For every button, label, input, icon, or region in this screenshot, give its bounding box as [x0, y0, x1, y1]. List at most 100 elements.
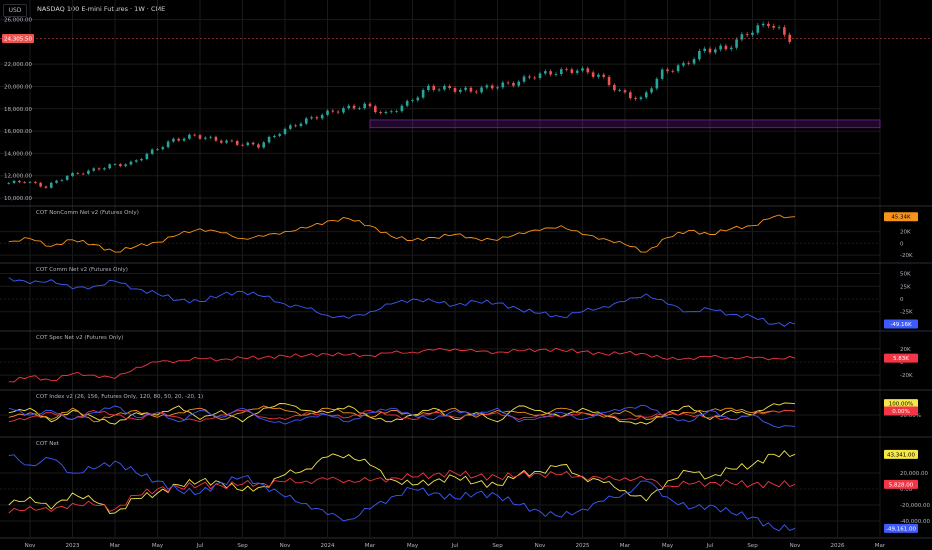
candle-body — [219, 140, 223, 143]
candle-body — [103, 168, 106, 170]
indicator-axis-tick: -20,000.00 — [900, 503, 930, 509]
price-axis-tick: 20,000.00 — [4, 84, 32, 90]
candle-body — [182, 138, 186, 141]
candle-body — [49, 182, 53, 188]
candle-body — [310, 117, 313, 119]
candle-body — [76, 172, 80, 174]
candle-body — [522, 76, 526, 82]
time-axis-label: Mar — [620, 543, 631, 549]
series-line — [8, 214, 796, 253]
indicator-axis-tick: 0 — [900, 297, 904, 303]
time-axis-label: 2026 — [831, 543, 845, 549]
value-badge-label: -49,161.00 — [886, 526, 916, 532]
time-axis-label: Nov — [790, 543, 801, 549]
candle-body — [251, 142, 255, 145]
candle-body — [395, 111, 398, 112]
candle-body — [7, 182, 11, 184]
time-axis-label: Nov — [25, 543, 36, 549]
candle-body — [528, 76, 531, 78]
candle-body — [214, 136, 218, 141]
candle-body — [565, 69, 568, 71]
candle-body — [586, 68, 590, 73]
time-axis-label: Mar — [875, 543, 886, 549]
candle-body — [634, 98, 637, 100]
candle-body — [119, 164, 122, 167]
candle-body — [437, 89, 441, 91]
candle-body — [623, 90, 627, 93]
time-axis-label: Mar — [365, 543, 376, 549]
candle-body — [756, 25, 760, 33]
indicator-axis-tick: 20K — [900, 230, 911, 236]
candle-body — [676, 65, 680, 72]
time-axis-label: Sep — [237, 543, 248, 549]
candle-body — [501, 82, 505, 88]
candle-body — [326, 110, 329, 115]
candle-body — [18, 180, 21, 183]
time-axis-label: Mar — [110, 543, 121, 549]
indicator-title: COT Net — [36, 441, 60, 447]
time-axis-label: Nov — [280, 543, 291, 549]
indicator-title: COT NonComm Net v2 (Futures Only) — [36, 210, 139, 216]
candle-body — [629, 92, 632, 99]
candle-body — [150, 149, 154, 154]
candle-body — [427, 85, 430, 90]
candle-body — [459, 89, 462, 92]
candle-body — [299, 123, 303, 127]
indicator-axis-tick: 0 — [900, 241, 904, 247]
value-badge-label: 43,341.00 — [887, 452, 915, 458]
time-axis-label: 2024 — [321, 543, 335, 549]
indicator-axis-tick: -25K — [900, 310, 913, 316]
candle-body — [517, 81, 521, 86]
candle-body — [134, 160, 138, 162]
candle-body — [533, 77, 536, 79]
candle-body — [140, 159, 143, 161]
time-axis-label: Jul — [706, 543, 714, 549]
candle-body — [283, 128, 287, 135]
candle-body — [698, 50, 701, 60]
candle-body — [246, 142, 250, 146]
candle-body — [172, 138, 175, 142]
candle-body — [597, 74, 600, 77]
candle-body — [209, 136, 212, 138]
candle-body — [655, 78, 659, 89]
candle-body — [55, 180, 58, 183]
candle-body — [570, 69, 574, 73]
price-axis-tick: 18,000.00 — [4, 107, 32, 113]
chart-canvas[interactable]: Nov 2023 Mar May Jul Sep Nov 2024 Mar May Jul Sep No… — [0, 0, 932, 550]
candle-body — [129, 161, 133, 165]
series-line — [8, 404, 796, 429]
candle-body — [405, 100, 409, 106]
candle-body — [368, 103, 372, 107]
candle-body — [28, 181, 32, 183]
candle-body — [469, 87, 473, 92]
indicator-title: COT Comm Net v2 (Futures Only) — [36, 267, 128, 273]
candle-body — [81, 173, 85, 175]
candle-body — [554, 74, 558, 75]
candle-body — [772, 26, 776, 28]
candle-body — [549, 71, 552, 75]
candle-body — [729, 47, 733, 50]
candle-body — [607, 76, 611, 85]
price-axis-tick: 12,000.00 — [4, 174, 32, 180]
time-axis-label: May — [152, 543, 164, 549]
candle-body — [363, 103, 366, 109]
indicator-axis-tick: 25K — [900, 284, 911, 290]
candle-body — [315, 117, 319, 119]
candle-body — [496, 87, 499, 89]
price-axis-tick: 22,000.00 — [4, 62, 32, 68]
indicator-axis-tick: 20,000.00 — [900, 471, 928, 477]
last-price-label: 24,305.50 — [4, 36, 32, 42]
candle-body — [320, 114, 324, 119]
value-badge-label: 0.00% — [892, 409, 909, 415]
candle-body — [544, 71, 547, 74]
candle-body — [735, 39, 738, 48]
candle-body — [156, 149, 159, 151]
candle-body — [613, 84, 616, 91]
candle-body — [331, 110, 335, 112]
candle-body — [358, 108, 361, 109]
candle-body — [783, 27, 786, 35]
candle-body — [490, 85, 494, 89]
candle-body — [687, 63, 691, 64]
candle-body — [506, 82, 510, 84]
candle-body — [453, 88, 457, 92]
